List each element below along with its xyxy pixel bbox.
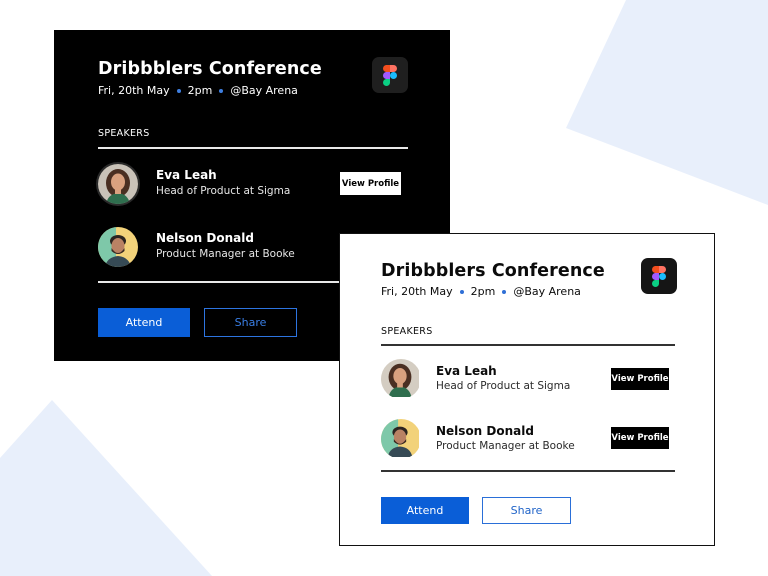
event-date: Fri, 20th May [98, 84, 170, 97]
avatar [98, 227, 138, 267]
speaker-name: Eva Leah [156, 168, 217, 182]
divider [381, 344, 675, 346]
event-time: 2pm [470, 285, 496, 298]
speaker-role: Product Manager at Booke [156, 248, 295, 260]
view-profile-button[interactable]: View Profile [611, 427, 669, 449]
attend-button[interactable]: Attend [381, 497, 469, 524]
share-button[interactable]: Share [204, 308, 297, 337]
separator-dot [176, 88, 181, 93]
event-title: Dribbblers Conference [381, 261, 605, 281]
background-shape-bottom-left [0, 400, 212, 576]
separator-dot [502, 289, 507, 294]
speaker-role: Head of Product at Sigma [156, 185, 291, 197]
event-title: Dribbblers Conference [98, 59, 322, 79]
separator-dot [459, 289, 464, 294]
speaker-name: Eva Leah [436, 364, 497, 378]
background-shape-top-right [566, 0, 768, 205]
event-meta: Fri, 20th May 2pm @Bay Arena [98, 84, 298, 97]
event-card-light: Dribbblers Conference Fri, 20th May 2pm … [339, 233, 715, 546]
speaker-role: Product Manager at Booke [436, 440, 575, 452]
separator-dot [219, 88, 224, 93]
divider [98, 147, 408, 149]
view-profile-button[interactable]: View Profile [340, 172, 401, 195]
attend-button[interactable]: Attend [98, 308, 190, 337]
event-time: 2pm [187, 84, 213, 97]
event-venue: @Bay Arena [230, 84, 298, 97]
speaker-name: Nelson Donald [436, 424, 534, 438]
avatar [98, 164, 138, 204]
figma-icon [372, 57, 408, 93]
share-button[interactable]: Share [482, 497, 571, 524]
avatar [381, 359, 421, 399]
view-profile-button[interactable]: View Profile [611, 368, 669, 390]
event-meta: Fri, 20th May 2pm @Bay Arena [381, 285, 581, 298]
speakers-label: SPEAKERS [381, 326, 433, 337]
speaker-name: Nelson Donald [156, 231, 254, 245]
event-venue: @Bay Arena [513, 285, 581, 298]
divider [381, 470, 675, 472]
figma-icon [641, 258, 677, 294]
speakers-label: SPEAKERS [98, 128, 150, 139]
avatar [381, 419, 421, 459]
speaker-role: Head of Product at Sigma [436, 380, 571, 392]
event-date: Fri, 20th May [381, 285, 453, 298]
